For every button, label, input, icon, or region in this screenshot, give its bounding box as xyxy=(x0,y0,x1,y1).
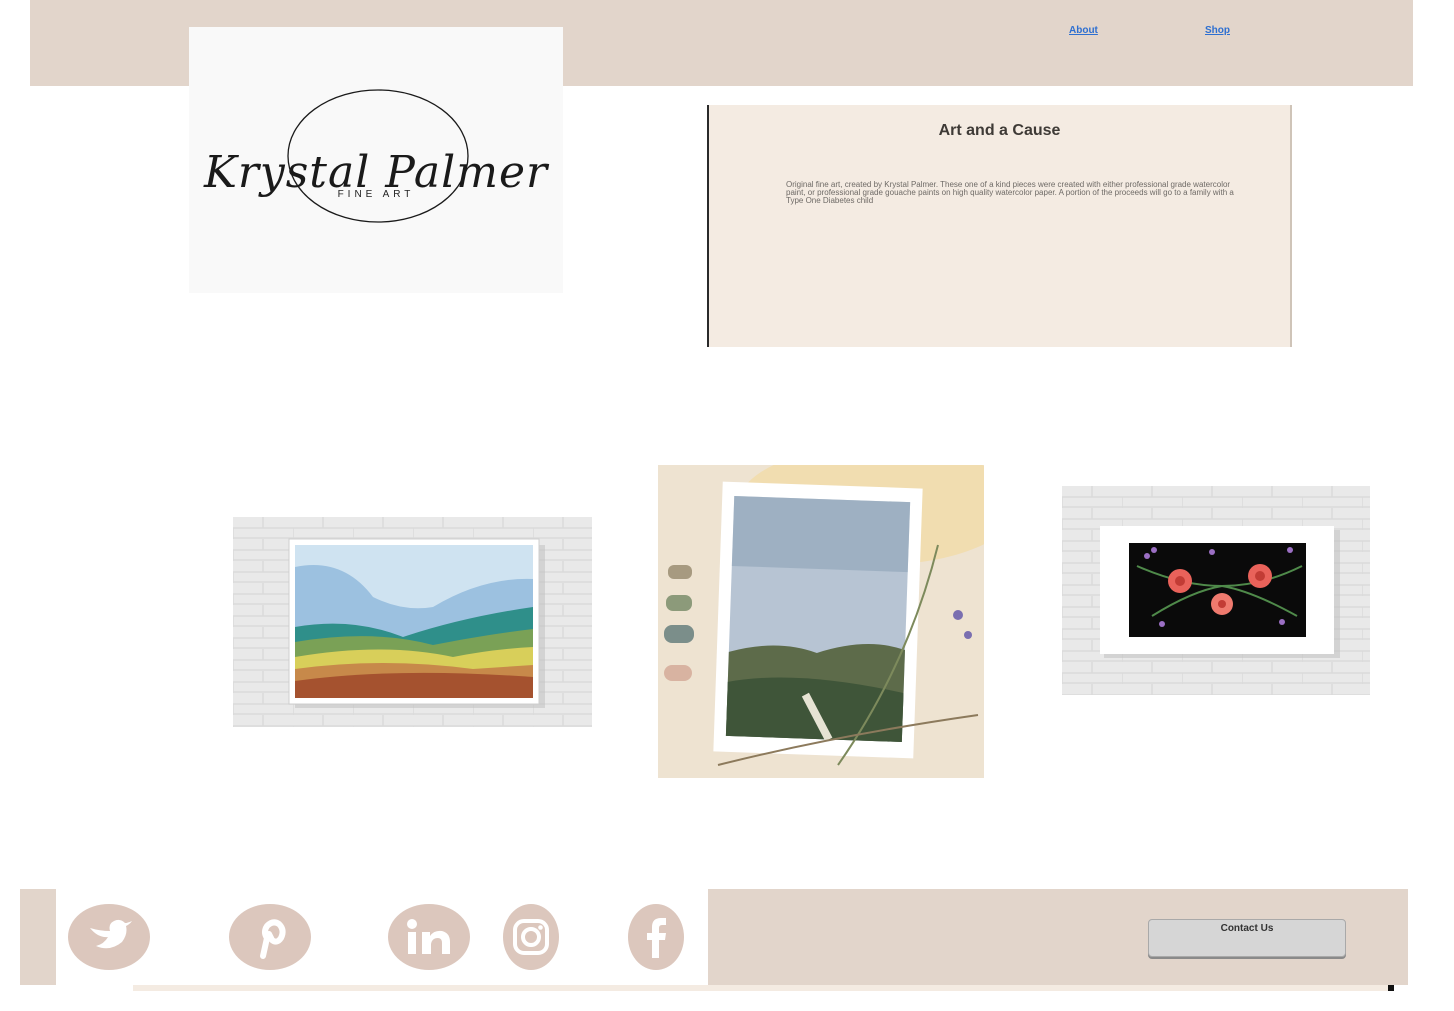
artwork-mountain-landscape[interactable] xyxy=(233,517,592,727)
pinterest-icon[interactable] xyxy=(229,904,311,970)
cause-description: Original fine art, created by Krystal Pa… xyxy=(786,180,1234,205)
nav-link-about[interactable]: About xyxy=(1069,25,1098,36)
watercolor-sky-image xyxy=(658,465,984,778)
contact-us-label: Contact Us xyxy=(1220,923,1274,934)
logo: Krystal Palmer FINE ART xyxy=(189,27,563,293)
facebook-icon[interactable] xyxy=(628,904,684,970)
floral-black-image xyxy=(1062,486,1370,695)
footer-social-area xyxy=(56,889,708,985)
logo-subtitle: FINE ART xyxy=(337,189,415,200)
linkedin-icon[interactable] xyxy=(388,904,470,970)
cause-panel: Art and a Cause Original fine art, creat… xyxy=(707,105,1292,347)
nav-link-shop[interactable]: Shop xyxy=(1205,25,1230,36)
artwork-floral-black[interactable] xyxy=(1062,486,1370,695)
instagram-icon[interactable] xyxy=(503,904,559,970)
footer-strip xyxy=(133,985,1394,991)
mountain-landscape-image xyxy=(233,517,592,727)
artwork-watercolor-sky[interactable] xyxy=(658,465,984,778)
cause-title: Art and a Cause xyxy=(938,122,1061,139)
contact-us-button[interactable]: Contact Us xyxy=(1148,919,1346,957)
twitter-icon[interactable] xyxy=(68,904,150,970)
